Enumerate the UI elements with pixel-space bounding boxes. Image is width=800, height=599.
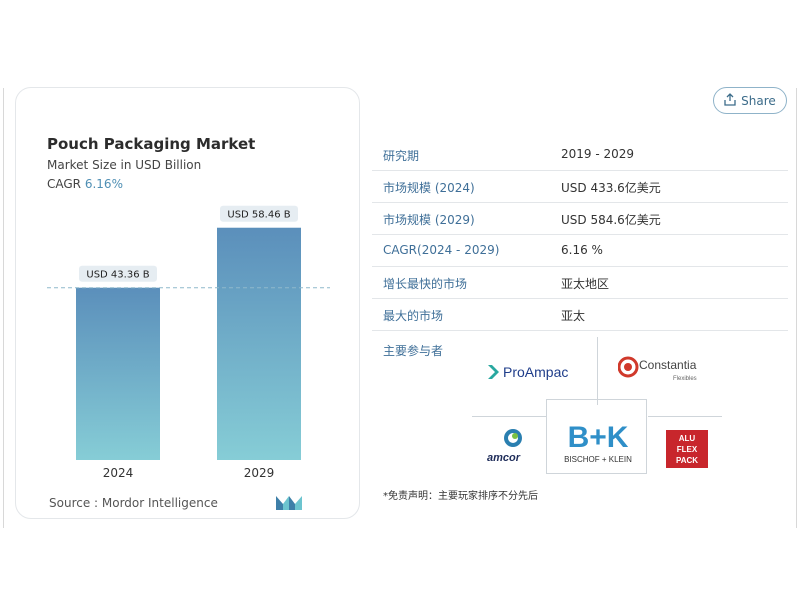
disclaimer: *免责声明：主要玩家排序不分先后 [383,491,538,502]
share-label: Share [741,93,776,108]
amcor-logo: amcor [485,427,529,469]
info-value: 2019 - 2029 [561,147,635,161]
aluflexpack-logo: ALU FLEX PACK [666,430,708,468]
data-label: USD 43.36 B [86,270,149,281]
info-value: 亚太 [561,309,586,323]
svg-text:BISCHOF + KLEIN: BISCHOF + KLEIN [564,455,632,464]
key-players-label: 主要参与者 [383,344,444,358]
info-row-study-period: 研究期 2019 - 2029 [372,139,788,171]
info-row-size-2024: 市场规模 (2024) USD 433.6亿美元 [372,171,788,203]
proampac-logo: ProAmpac [488,362,588,386]
svg-text:B+K: B+K [568,421,629,454]
market-info-table: 研究期 2019 - 2029 市场规模 (2024) USD 433.6亿美元… [372,139,788,331]
info-key: 增长最快的市场 [383,277,468,291]
source-note: Source : Mordor Intelligence [49,496,218,510]
info-key: 市场规模 (2029) [383,213,475,227]
info-row-fastest-market: 增长最快的市场 亚太地区 [372,267,788,299]
bar-2029 [217,227,301,460]
svg-text:amcor: amcor [487,452,521,464]
share-button[interactable]: Share [713,87,787,114]
svg-text:Constantia: Constantia [639,358,697,372]
info-key: CAGR(2024 - 2029) [383,243,500,257]
mordor-logo-icon [276,494,302,514]
info-key: 市场规模 (2024) [383,181,475,195]
svg-text:ProAmpac: ProAmpac [503,364,568,380]
info-key: 最大的市场 [383,309,444,323]
x-tick-label: 2029 [244,466,275,480]
info-value: 亚太地区 [561,277,610,291]
info-value: USD 433.6亿美元 [561,181,661,195]
constantia-logo: Constantia Flexibles [617,353,708,389]
info-row-cagr: CAGR(2024 - 2029) 6.16 % [372,235,788,267]
svg-text:ALU: ALU [679,434,696,443]
info-row-largest-market: 最大的市场 亚太 [372,299,788,331]
x-tick-label: 2024 [103,466,134,480]
info-value: 6.16 % [561,243,603,257]
svg-text:FLEX: FLEX [677,445,698,454]
svg-text:PACK: PACK [676,456,698,465]
info-row-size-2029: 市场规模 (2029) USD 584.6亿美元 [372,203,788,235]
info-value: USD 584.6亿美元 [561,213,661,227]
players-divider [648,416,722,417]
data-label: USD 58.46 B [227,210,290,221]
svg-text:Flexibles: Flexibles [673,376,697,382]
players-divider [597,337,598,405]
bischof-klein-logo: B+K BISCHOF + KLEIN [558,419,638,469]
info-key: 研究期 [383,149,420,163]
share-icon [724,92,736,109]
bar-2024 [76,287,160,460]
players-divider [472,416,546,417]
